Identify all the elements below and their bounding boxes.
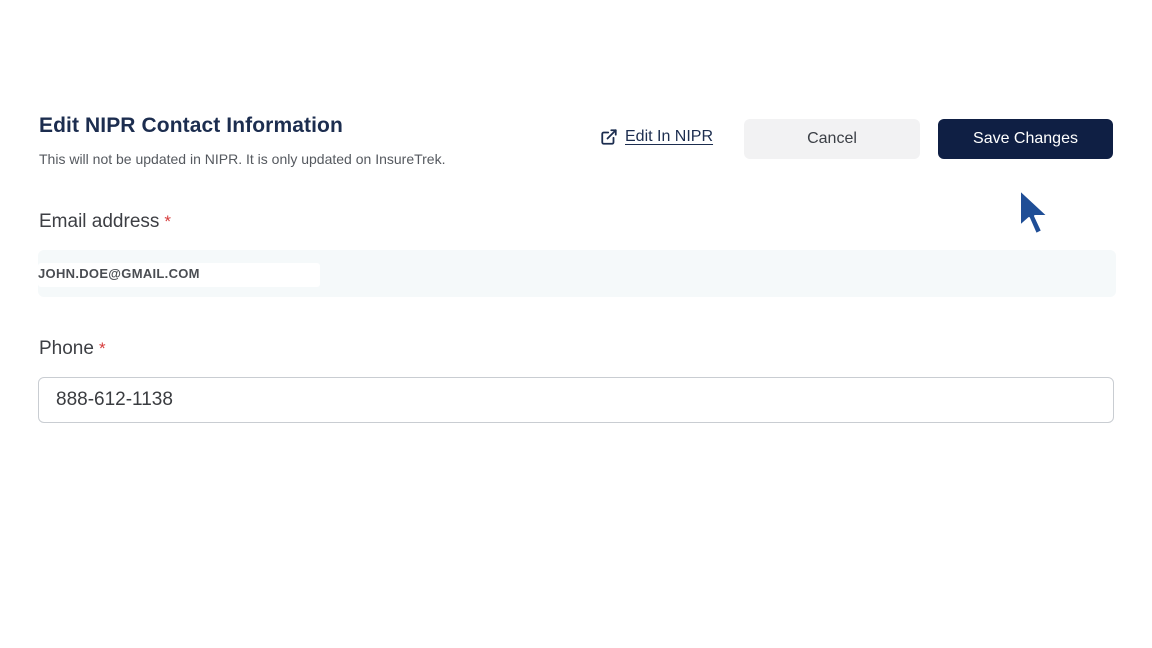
- email-label: Email address *: [39, 211, 171, 233]
- edit-in-nipr-link[interactable]: Edit In NIPR: [600, 128, 713, 146]
- save-changes-button[interactable]: Save Changes: [938, 119, 1113, 159]
- phone-label: Phone *: [39, 338, 106, 360]
- page-title: Edit NIPR Contact Information: [39, 114, 343, 137]
- cancel-button[interactable]: Cancel: [744, 119, 920, 159]
- phone-label-text: Phone: [39, 338, 94, 359]
- email-label-text: Email address: [39, 211, 160, 232]
- phone-required-marker: *: [98, 339, 106, 358]
- external-link-icon: [600, 128, 618, 146]
- email-required-marker: *: [164, 212, 172, 231]
- page-subtitle: This will not be updated in NIPR. It is …: [39, 151, 446, 167]
- edit-in-nipr-label: Edit In NIPR: [625, 128, 714, 145]
- email-value: JOHN.DOE@GMAIL.COM: [38, 266, 200, 281]
- phone-input[interactable]: [38, 377, 1114, 423]
- mouse-pointer-icon: [1018, 188, 1052, 238]
- edit-contact-panel: Edit NIPR Contact Information This will …: [0, 0, 1152, 648]
